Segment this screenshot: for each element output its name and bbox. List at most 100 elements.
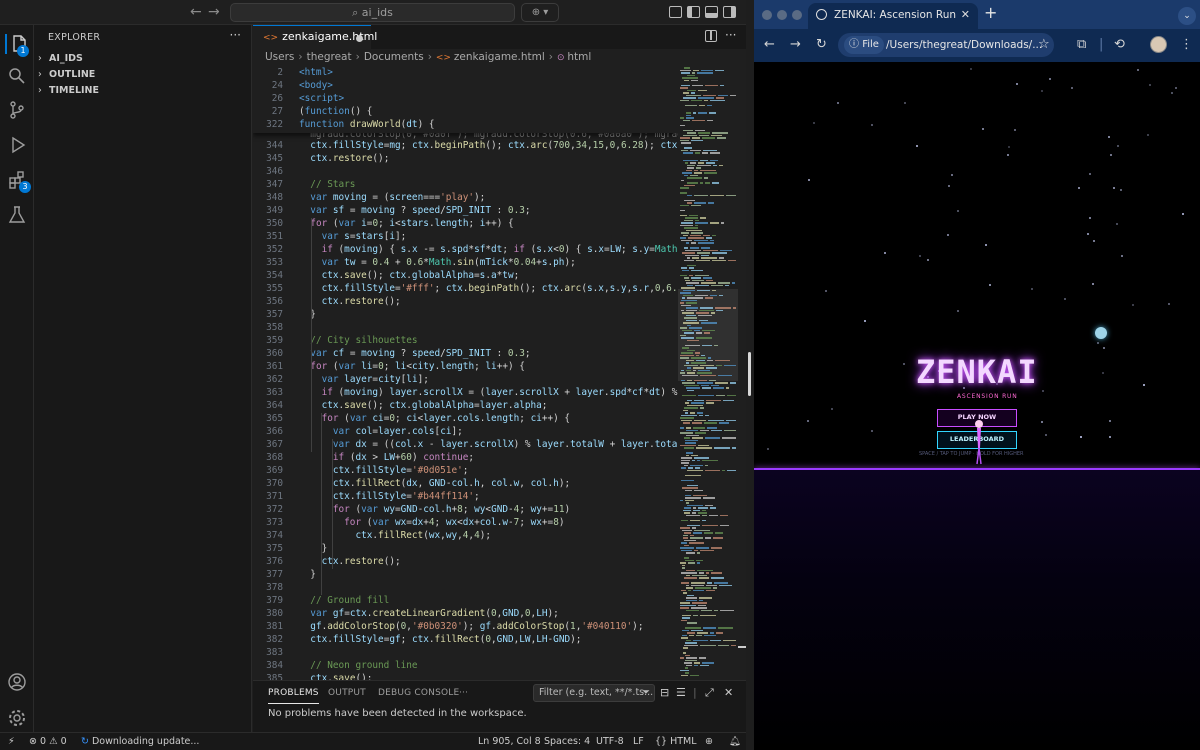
minimap[interactable] [678,65,738,680]
extensions-puzzle-icon[interactable]: ⧉ [1077,37,1086,52]
minimap-line [720,249,732,251]
minimap-line [686,369,691,371]
account-icon[interactable] [7,672,27,692]
separator-icon: | [693,686,697,699]
extensions-icon[interactable]: 3 [7,170,31,193]
explorer-icon[interactable]: 1 [5,34,29,57]
tab-search-chevron-icon[interactable]: ⌄ [1178,7,1196,25]
eol-status[interactable]: LF [633,736,644,747]
fullscreen-window-button[interactable] [792,10,802,20]
section-timeline[interactable]: › TIMELINE [38,85,99,96]
chevron-right-icon: › [38,53,42,64]
reload-icon[interactable]: ↻ [816,37,827,52]
minimap-line [683,289,695,291]
bookmark-star-icon[interactable]: ☆ [1038,37,1050,52]
update-label: Downloading update... [91,736,200,747]
minimap-line [691,402,704,404]
cursor-position[interactable]: Ln 905, Col 8 [478,736,541,747]
testing-flask-icon[interactable] [7,205,27,225]
minimap-line [680,117,684,119]
maximize-panel-icon[interactable]: ⤢ [705,686,714,700]
minimap-line [711,284,723,286]
code-editor[interactable]: 2 <html> 24 <body> 26 <script> 27 (function() {… [253,65,678,680]
indentation-status[interactable]: Spaces: 4 [544,736,590,747]
command-center[interactable]: ⌕ ai_ids [230,3,515,22]
close-window-button[interactable] [762,10,772,20]
section-ai-ids[interactable]: › AI_IDS [38,53,83,64]
history-icon[interactable]: ⟲ [1114,37,1125,52]
toggle-primary-sidebar-icon[interactable] [687,6,700,18]
site-info-chip[interactable]: ⓘ File [844,36,884,54]
line-number: 382 [266,634,283,645]
more-actions-icon[interactable]: ··· [230,28,241,42]
minimap-line [710,632,714,634]
encoding-status[interactable]: UTF-8 [596,736,624,747]
forward-arrow-icon[interactable]: → [790,37,801,52]
browser-tab-zenkai[interactable]: ZENKAI: Ascension Run ✕ [808,3,978,29]
language-mode[interactable]: {} HTML [655,736,697,747]
unsaved-dot-icon[interactable] [356,35,363,42]
problems-filter-input[interactable]: Filter (e.g. text, **/*.ts... ⏷ [533,684,655,702]
toggle-panel-icon[interactable] [705,6,718,18]
close-panel-icon[interactable]: ✕ [724,686,733,699]
remote-indicator-icon[interactable]: ⚡ [8,736,15,747]
breadcrumb-item[interactable]: Documents [364,51,424,63]
minimap-line [715,382,728,384]
line-number: 364 [266,400,283,411]
settings-gear-icon[interactable] [7,708,27,728]
code-line: ctx.fillRect(wx,wy,4,4); [355,530,492,541]
more-tabs-icon[interactable]: ··· [459,688,468,698]
collapse-all-icon[interactable]: ⊟ [660,686,669,699]
minimap-line [711,312,715,314]
minimap-line [684,247,688,249]
code-line: <body> [299,80,333,91]
chevron-right-icon: › [38,69,42,80]
minimap-line [705,297,713,299]
filter-funnel-icon[interactable]: ⏷ [642,685,650,701]
minimap-line [683,509,691,511]
tab-debug-console[interactable]: DEBUG CONSOLE [378,688,459,698]
close-tab-icon[interactable]: ✕ [961,3,970,27]
run-debug-icon[interactable] [7,135,27,155]
address-bar[interactable]: ⓘ File /Users/thegreat/Downloads/... [838,33,1054,57]
search-icon[interactable] [7,66,27,86]
split-editor-icon[interactable] [705,30,717,42]
menu-kebab-icon[interactable]: ⋮ [1180,37,1193,52]
breadcrumb-item[interactable]: zenkaigame.html [454,51,545,63]
copilot-status-icon[interactable]: ⊕ [705,736,713,747]
layout-customize-icon[interactable] [669,6,682,18]
minimap-line [697,562,700,564]
minimap-line [709,112,716,114]
minimap-line [706,237,712,239]
minimap-line [695,224,698,226]
minimap-line [683,537,688,539]
minimap-line [684,437,690,439]
tab-problems[interactable]: PROBLEMS [268,688,319,704]
toggle-secondary-sidebar-icon[interactable] [723,6,736,18]
more-actions-icon[interactable]: ··· [725,28,736,42]
copilot-button[interactable]: ⊕ ▾ [521,3,559,22]
minimap-line [693,367,704,369]
update-status[interactable]: ↻ Downloading update... [81,736,199,747]
view-as-list-icon[interactable]: ☰ [676,686,686,699]
split-view-divider[interactable] [748,352,751,396]
notifications-bell-icon[interactable]: 🔔︎ [729,736,741,747]
minimize-window-button[interactable] [777,10,787,20]
back-arrow-icon[interactable]: ← [764,37,775,52]
back-arrow-icon[interactable]: ← [190,4,202,20]
breadcrumb-item[interactable]: html [567,51,591,63]
breadcrumb-item[interactable]: Users [265,51,294,63]
minimap-line [708,357,711,359]
breadcrumb-item[interactable]: thegreat [307,51,352,63]
section-outline[interactable]: › OUTLINE [38,69,95,80]
forward-arrow-icon[interactable]: → [208,4,220,20]
profile-avatar[interactable] [1150,36,1167,53]
new-tab-plus-icon[interactable]: + [984,3,997,22]
editor-tab-zenkaigame[interactable]: <> zenkaigame.html [253,25,377,49]
minimap-line [711,577,724,579]
tab-output[interactable]: OUTPUT [328,688,366,698]
scrollbar-marker[interactable] [738,646,746,648]
source-control-icon[interactable] [7,100,27,120]
problems-status[interactable]: ⊗ 0 ⚠ 0 [29,736,67,747]
game-canvas[interactable]: ZENKAI ASCENSION RUN PLAY NOW LEADERBOAR… [754,62,1200,750]
